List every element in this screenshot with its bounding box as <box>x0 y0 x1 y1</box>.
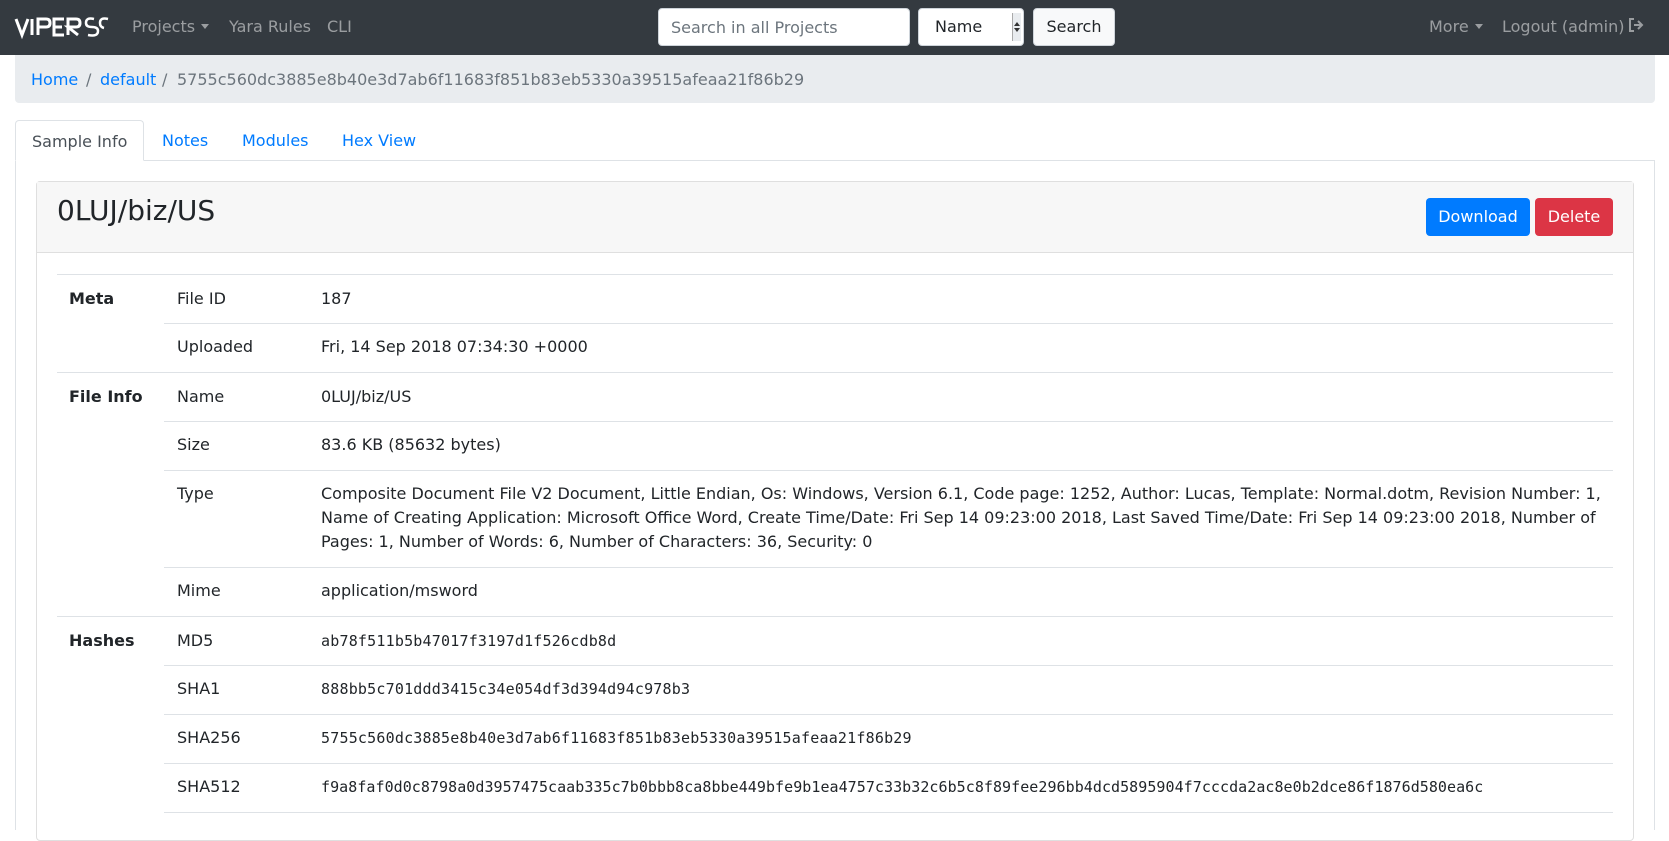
nav-cli[interactable]: CLI <box>327 17 352 37</box>
tab-modules[interactable]: Modules <box>242 120 309 161</box>
download-button[interactable]: Download <box>1426 198 1530 236</box>
breadcrumb: Home / default / 5755c560dc3885e8b40e3d7… <box>15 55 1655 103</box>
table-row: Mime application/msword <box>57 567 1613 616</box>
top-navbar: Projects Yara Rules CLI Name Search More… <box>0 0 1669 55</box>
tab-hex-view[interactable]: Hex View <box>342 120 416 161</box>
search-field-select[interactable]: Name <box>918 8 1024 46</box>
tab-sample-info[interactable]: Sample Info <box>15 120 145 161</box>
table-row: Hashes MD5 ab78f511b5b47017f3197d1f526cd… <box>57 616 1613 665</box>
logout-label: Logout (admin) <box>1502 17 1625 36</box>
nav-more-label: More <box>1429 17 1469 36</box>
table-row: File Info Name 0LUJ/biz/US <box>57 372 1613 421</box>
sha256-value: 5755c560dc3885e8b40e3d7ab6f11683f851b83e… <box>321 729 912 747</box>
type-value-line-2: Name of Creating Application: Microsoft … <box>321 508 1596 527</box>
table-row: Meta File ID 187 <box>57 274 1613 323</box>
group-file-info-label: File Info <box>69 387 143 406</box>
sample-title: 0LUJ/biz/US <box>57 194 216 227</box>
sign-out-icon <box>1629 18 1644 32</box>
type-key: Type <box>177 484 214 503</box>
table-row: Type Composite Document File V2 Document… <box>57 470 1613 567</box>
table-row: SHA1 888bb5c701ddd3415c34e054df3d394d94c… <box>57 665 1613 714</box>
group-hashes-label: Hashes <box>69 631 135 650</box>
breadcrumb-home[interactable]: Home <box>31 70 78 90</box>
breadcrumb-project[interactable]: default <box>100 70 156 90</box>
sample-card-header: 0LUJ/biz/US Download Delete <box>37 182 1633 253</box>
type-value-line-1: Composite Document File V2 Document, Lit… <box>321 484 1601 503</box>
type-value-line-3: Pages: 1, Number of Words: 6, Number of … <box>321 532 873 551</box>
chevron-down-icon <box>1474 24 1483 29</box>
table-row: SHA256 5755c560dc3885e8b40e3d7ab6f11683f… <box>57 714 1613 763</box>
file-id-key: File ID <box>177 289 226 308</box>
sha256-key: SHA256 <box>177 728 241 747</box>
size-key: Size <box>177 435 210 454</box>
search-field-value: Name <box>935 17 983 36</box>
search-input[interactable] <box>658 8 910 46</box>
name-value: 0LUJ/biz/US <box>321 387 412 406</box>
sha1-key: SHA1 <box>177 679 221 698</box>
sample-card: 0LUJ/biz/US Download Delete Meta File ID… <box>36 181 1634 841</box>
viper-logo[interactable] <box>14 13 110 41</box>
nav-logout[interactable]: Logout (admin) <box>1502 17 1644 37</box>
sha512-value: f9a8faf0d0c8798a0d3957475caab335c7b0bbb8… <box>321 778 1484 796</box>
tab-notes[interactable]: Notes <box>162 120 208 161</box>
delete-button[interactable]: Delete <box>1535 198 1613 236</box>
search-button[interactable]: Search <box>1033 8 1115 46</box>
nav-projects-dropdown[interactable]: Projects <box>132 17 210 37</box>
sha512-key: SHA512 <box>177 777 241 796</box>
md5-key: MD5 <box>177 631 214 650</box>
breadcrumb-separator: / <box>86 70 92 89</box>
mime-key: Mime <box>177 581 221 600</box>
md5-value: ab78f511b5b47017f3197d1f526cdb8d <box>321 632 617 650</box>
sha1-value: 888bb5c701ddd3415c34e054df3d394d94c978b3 <box>321 680 691 698</box>
chevron-down-icon <box>201 24 210 29</box>
group-meta-label: Meta <box>69 289 115 308</box>
nav-yara-rules[interactable]: Yara Rules <box>229 17 311 37</box>
breadcrumb-separator: / <box>162 70 168 89</box>
mime-value: application/msword <box>321 581 478 600</box>
nav-projects-label: Projects <box>132 17 196 36</box>
uploaded-key: Uploaded <box>177 337 254 356</box>
nav-more-dropdown[interactable]: More <box>1429 17 1483 37</box>
file-id-value: 187 <box>321 289 352 308</box>
select-arrows-icon <box>1012 13 1021 41</box>
name-key: Name <box>177 387 225 406</box>
row-divider <box>164 812 1613 813</box>
table-row: Uploaded Fri, 14 Sep 2018 07:34:30 +0000 <box>57 323 1613 372</box>
table-row: SHA512 f9a8faf0d0c8798a0d3957475caab335c… <box>57 763 1613 812</box>
uploaded-value: Fri, 14 Sep 2018 07:34:30 +0000 <box>321 337 588 356</box>
size-value: 83.6 KB (85632 bytes) <box>321 435 501 454</box>
breadcrumb-current: 5755c560dc3885e8b40e3d7ab6f11683f851b83e… <box>177 70 805 89</box>
table-row: Size 83.6 KB (85632 bytes) <box>57 421 1613 470</box>
